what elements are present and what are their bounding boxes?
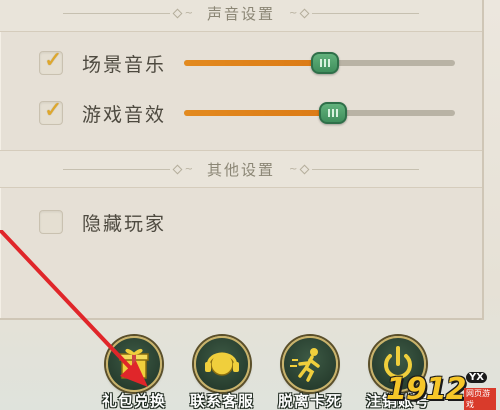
ornament-right: ~ [289,8,419,19]
slider-fill [184,60,325,66]
slider-thumb[interactable] [319,102,348,124]
scene-music-checkbox[interactable]: ✓ [39,48,63,75]
scene-music-label: 场景音乐 [82,53,167,76]
slider-thumb[interactable] [310,52,339,74]
contact-support-button[interactable]: 联系客服 [188,336,256,410]
contact-support-label: 联系客服 [189,392,254,410]
site-watermark-logo: 1912 YX 网页游戏 [386,372,496,410]
unstuck-label: 脱离卡死 [277,392,342,410]
headset-icon [205,352,239,376]
unstuck-button[interactable]: 脱离卡死 [276,336,344,410]
check-icon: ✓ [44,98,63,123]
watermark-sub: 网页游戏 [464,388,496,410]
slider-fill [184,110,334,116]
section-title-other: 其他设置 [206,160,275,179]
red-arrow-annotation [0,230,148,387]
ornament-left: ~ [62,8,193,19]
game-sfx-checkbox[interactable]: ✓ [39,98,63,125]
setting-row-game-sfx: ✓ 游戏音效 [0,88,482,138]
check-icon: ✓ [44,48,63,73]
watermark-number: 1912 [386,372,466,407]
watermark-tag: YX [466,372,487,383]
game-sfx-label: 游戏音效 [82,103,167,126]
game-sfx-slider[interactable] [184,102,455,124]
ornament-left: ~ [62,164,193,175]
scene-music-slider[interactable] [184,52,455,74]
section-title-sound: 声音设置 [206,4,275,23]
running-man-icon [290,348,320,382]
setting-row-scene-music: ✓ 场景音乐 [0,38,482,88]
section-header-other: ~ 其他设置 ~ [0,150,482,188]
ornament-right: ~ [289,164,419,175]
section-header-sound: ~ 声音设置 ~ [0,0,482,32]
